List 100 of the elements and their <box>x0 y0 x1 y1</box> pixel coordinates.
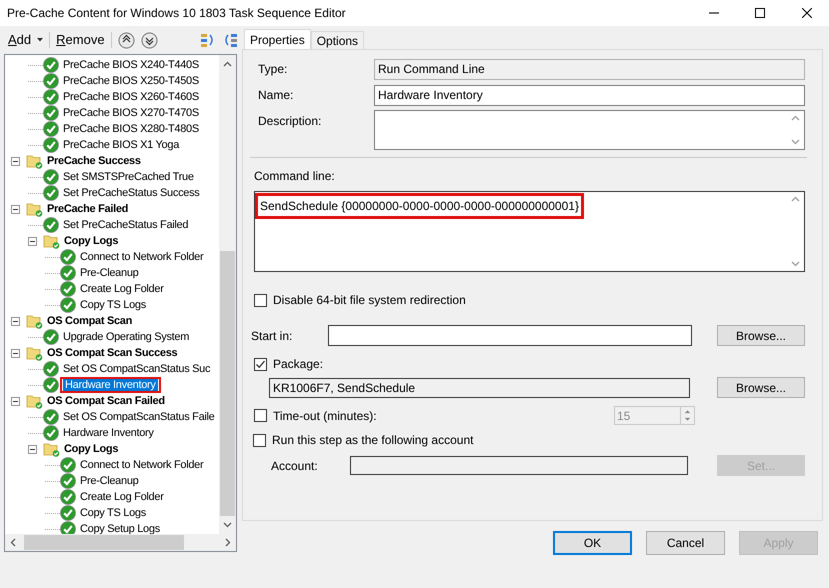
tree-item[interactable]: PreCache BIOS X1 Yoga <box>61 137 182 153</box>
collapse-toggle-icon[interactable] <box>11 156 20 166</box>
tree-item[interactable]: Upgrade Operating System <box>61 329 192 345</box>
tree-item[interactable]: OS Compat Scan Failed <box>45 393 167 409</box>
checkbox[interactable] <box>254 358 267 370</box>
checkbox-label: Time-out (minutes): <box>273 408 378 424</box>
field-label: Start in: <box>251 328 294 344</box>
check-circle-icon <box>60 489 76 505</box>
collapse-toggle-icon[interactable] <box>11 348 20 358</box>
tree-item[interactable]: PreCache BIOS X270-T470S <box>61 105 201 121</box>
check-circle-icon <box>60 473 76 489</box>
tab[interactable]: Properties <box>244 29 311 49</box>
tree-item[interactable]: PreCache BIOS X250-T450S <box>61 73 201 89</box>
folder-icon <box>43 233 60 249</box>
check-circle-icon <box>43 57 59 73</box>
scroll-left-icon[interactable] <box>10 538 16 547</box>
start-in-field[interactable] <box>328 325 692 346</box>
caret-icon[interactable] <box>37 38 44 42</box>
tree-item[interactable]: PreCache Failed <box>45 201 130 217</box>
check-circle-icon <box>60 297 76 313</box>
check-circle-icon <box>43 169 59 185</box>
tree-item[interactable]: Copy Logs <box>62 441 120 457</box>
collapse-toggle-icon[interactable] <box>28 444 37 454</box>
folder-icon <box>26 201 43 217</box>
remove-button[interactable]: Remove <box>56 30 105 50</box>
tree-item[interactable]: Copy TS Logs <box>78 297 148 313</box>
checkbox-label: Run this step as the following account <box>272 432 474 449</box>
tree-item[interactable]: Set PreCacheStatus Success <box>61 185 202 201</box>
check-circle-icon <box>60 281 76 297</box>
check-circle-icon <box>60 457 76 473</box>
tree-item[interactable]: OS Compat Scan Success <box>45 345 180 361</box>
tree-item[interactable]: PreCache BIOS X240-T440S <box>61 57 201 73</box>
tree-item[interactable]: PreCache Success <box>45 153 143 169</box>
collapse-toggle-icon[interactable] <box>11 204 20 214</box>
tree-item[interactable]: Connect to Network Folder <box>78 457 206 473</box>
check-circle-icon <box>43 409 59 425</box>
close-icon[interactable] <box>802 8 812 18</box>
folder-icon <box>26 345 43 361</box>
outdent-icon[interactable] <box>222 32 238 48</box>
description-field[interactable] <box>374 110 805 150</box>
scroll-down-icon[interactable] <box>223 522 232 528</box>
check-circle-icon <box>43 361 59 377</box>
check-circle-icon <box>43 377 59 393</box>
tree-item[interactable]: PreCache BIOS X260-T460S <box>61 89 201 105</box>
scroll-down-icon[interactable] <box>791 261 800 267</box>
tree-item[interactable]: Pre-Cleanup <box>78 265 140 281</box>
command-line-field[interactable]: SendSchedule {00000000-0000-0000-0000-000000000001} <box>254 191 805 272</box>
tree-item[interactable]: Create Log Folder <box>78 489 166 505</box>
check-circle-icon <box>43 185 59 201</box>
checkbox[interactable] <box>254 294 267 306</box>
move-down-icon[interactable] <box>140 32 158 48</box>
check-circle-icon <box>43 137 59 153</box>
check-circle-icon <box>43 329 59 345</box>
check-circle-icon <box>43 105 59 121</box>
tree-item[interactable]: Set OS CompatScanStatus Suc <box>61 361 212 377</box>
field-label: Type: <box>257 61 288 78</box>
add-button[interactable]: Add <box>8 30 32 50</box>
field-label: Account: <box>271 458 319 474</box>
folder-icon <box>26 313 43 329</box>
name-field[interactable]: Hardware Inventory <box>374 84 805 106</box>
tree-item[interactable]: Create Log Folder <box>78 281 166 297</box>
scroll-down-icon[interactable] <box>791 139 800 145</box>
scroll-up-icon[interactable] <box>791 196 800 202</box>
move-up-icon[interactable] <box>118 32 135 48</box>
tree-item[interactable]: Pre-Cleanup <box>78 473 140 489</box>
check-circle-icon <box>60 265 76 281</box>
collapse-toggle-icon[interactable] <box>11 316 20 326</box>
window-title: Pre-Cache Content for Windows 10 1803 Task Sequence Editor <box>7 5 347 22</box>
check-circle-icon <box>43 89 59 105</box>
field-label: Description: <box>257 113 322 130</box>
tree-item[interactable]: Copy Setup Logs <box>78 521 162 534</box>
browse-button[interactable]: Browse... <box>717 377 805 398</box>
tree-item[interactable]: PreCache BIOS X280-T480S <box>61 121 201 137</box>
checkbox[interactable] <box>254 409 267 422</box>
scroll-right-icon[interactable] <box>225 538 231 547</box>
check-circle-icon <box>60 249 76 265</box>
collapse-toggle-icon[interactable] <box>28 236 37 246</box>
dialog-button[interactable]: OK <box>553 531 632 555</box>
tree-item[interactable]: Set SMSTSPreCached True <box>61 169 196 185</box>
collapse-toggle-icon[interactable] <box>11 396 20 406</box>
tree-item[interactable]: Copy Logs <box>62 233 120 249</box>
tree-item[interactable]: Set PreCacheStatus Failed <box>61 217 190 233</box>
browse-button[interactable]: Browse... <box>717 325 805 346</box>
scroll-up-icon[interactable] <box>791 115 800 121</box>
tree-item[interactable]: Hardware Inventory <box>61 425 156 441</box>
tree-item[interactable]: Hardware Inventory <box>63 379 158 391</box>
tree-item[interactable]: OS Compat Scan <box>45 313 134 329</box>
type-field: Run Command Line <box>374 58 805 80</box>
check-circle-icon <box>43 217 59 233</box>
package-field: KR1006F7, SendSchedule <box>269 378 690 398</box>
tree-item[interactable]: Set OS CompatScanStatus Faile <box>61 409 216 425</box>
command-text: SendSchedule {00000000-0000-0000-0000-000000000001} <box>260 198 579 215</box>
check-circle-icon <box>60 505 76 521</box>
tree-item[interactable]: Connect to Network Folder <box>78 249 206 265</box>
scroll-up-icon[interactable] <box>223 61 232 67</box>
checkbox[interactable] <box>253 434 266 446</box>
maximize-icon[interactable] <box>755 8 765 18</box>
dialog-button[interactable]: Cancel <box>646 531 725 555</box>
tab[interactable]: Options <box>310 31 364 49</box>
tree-item[interactable]: Copy TS Logs <box>78 505 148 521</box>
